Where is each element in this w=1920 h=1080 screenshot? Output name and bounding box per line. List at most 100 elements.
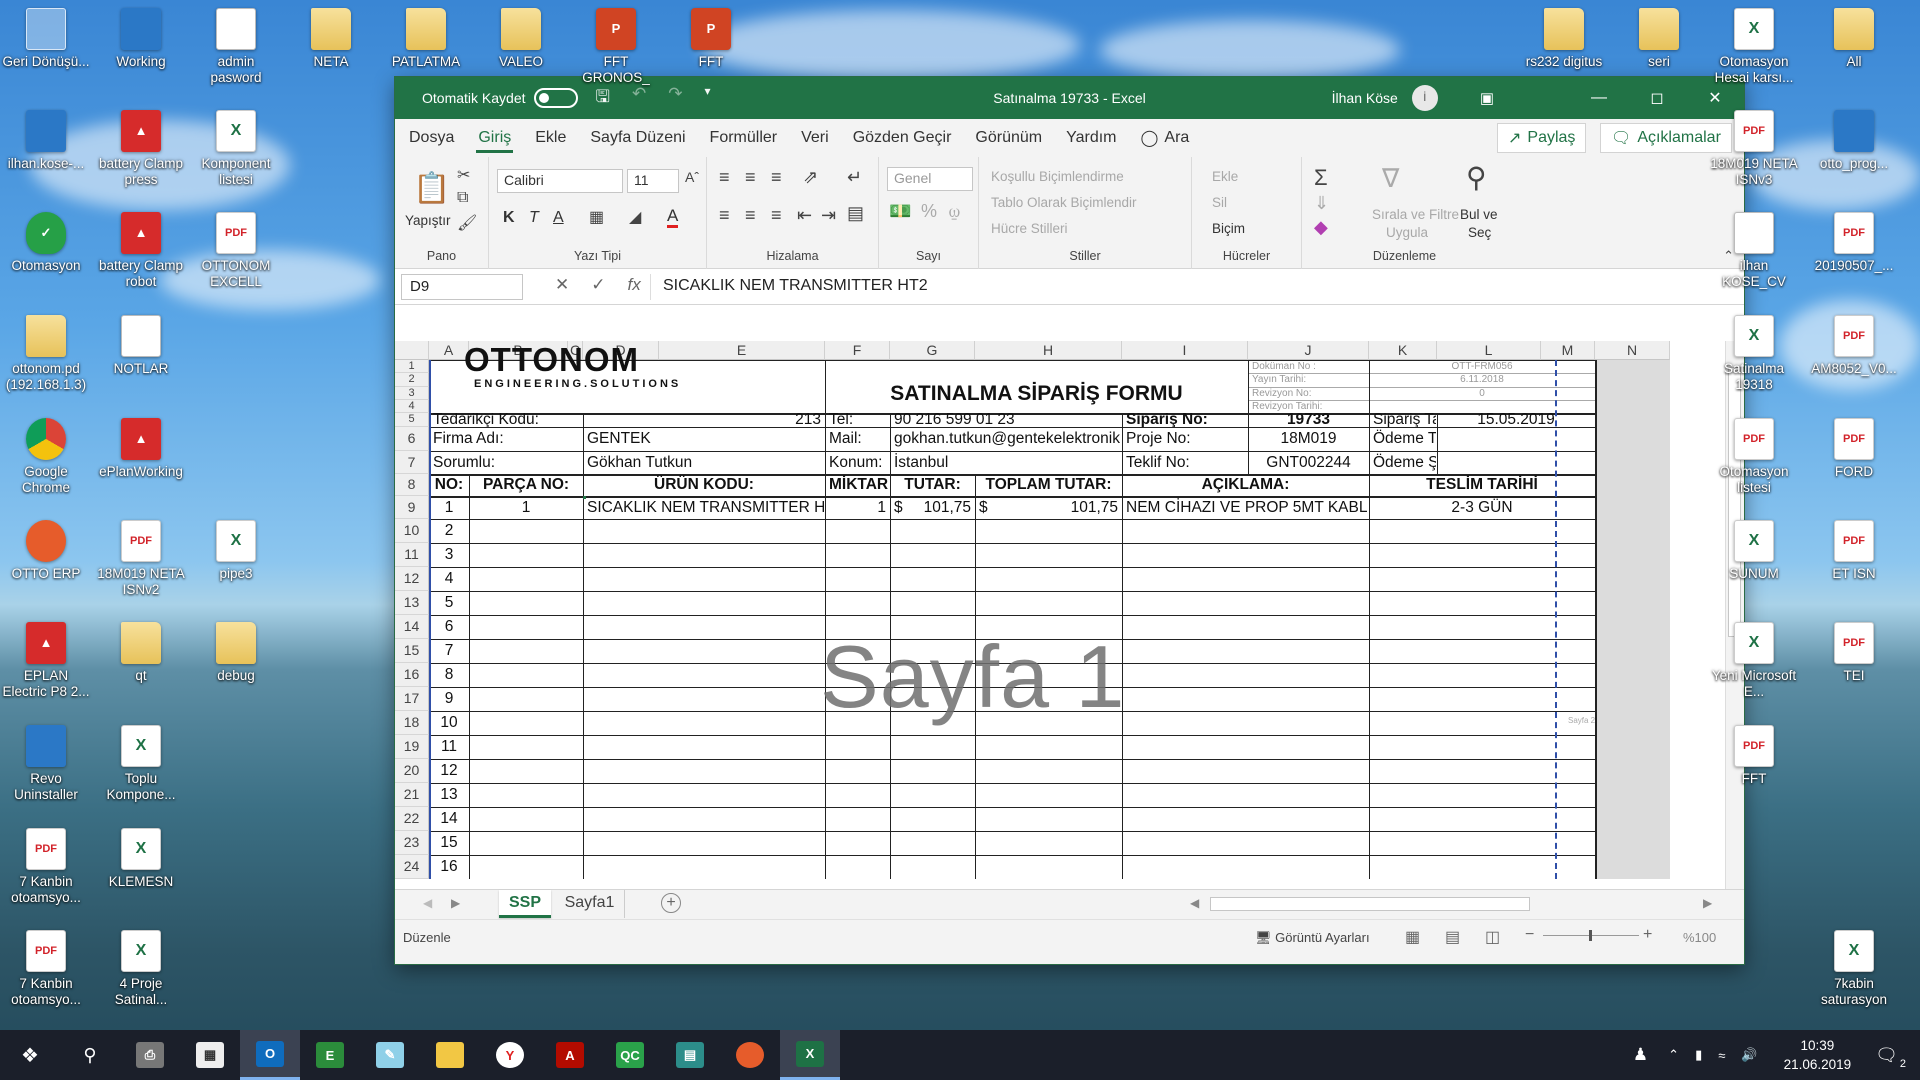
row-header[interactable]: 17 (395, 687, 429, 711)
page-break-view-icon[interactable]: ◫ (1485, 927, 1500, 947)
taskbar-excel[interactable]: X (780, 1030, 840, 1080)
align-middle-icon[interactable]: ≡ (745, 167, 756, 188)
row-header[interactable]: 11 (395, 543, 429, 567)
horizontal-scrollbar[interactable] (1210, 897, 1530, 911)
payment-type-label[interactable]: Ödeme Şekli: (1370, 451, 1436, 474)
desktop-icon[interactable]: qt (97, 622, 185, 718)
rev-no-label[interactable]: Revizyon No: (1249, 387, 1368, 400)
tel-label[interactable]: Tel: (826, 413, 889, 427)
fill-icon[interactable]: ⇓ (1314, 193, 1329, 214)
align-top-icon[interactable]: ≡ (719, 167, 730, 188)
column-header[interactable]: A (429, 341, 469, 360)
cancel-icon[interactable]: ✕ (555, 275, 569, 295)
desktop-icon[interactable]: NOTLAR (97, 315, 185, 411)
start-button[interactable]: ❖ (0, 1030, 60, 1080)
column-header[interactable]: H (975, 341, 1122, 360)
font-color-icon[interactable]: A (667, 207, 679, 228)
find-select-label-1[interactable]: Bul ve (1460, 207, 1498, 222)
row-header[interactable]: 6 (395, 427, 429, 451)
desktop-icon[interactable]: rs232 digitus (1520, 8, 1608, 104)
format-painter-icon[interactable]: 🖌 (457, 213, 477, 233)
enter-icon[interactable]: ✓ (591, 275, 605, 295)
desktop-icon[interactable]: X KLEMESN (97, 828, 185, 924)
item-no[interactable]: 14 (430, 807, 468, 831)
decrease-indent-icon[interactable]: ⇤ (797, 205, 812, 226)
user-name[interactable]: İlhan Köse (1332, 90, 1398, 106)
insert-cells-button[interactable]: Ekle (1212, 169, 1238, 184)
order-date-label[interactable]: Sipariş Tarihi: (1370, 413, 1436, 427)
add-sheet-icon[interactable]: + (661, 893, 681, 913)
item-no[interactable]: 4 (430, 567, 468, 591)
row-header[interactable]: 2 (395, 373, 429, 387)
desktop-icon[interactable]: Wilhan KOSE_CV (1710, 212, 1798, 308)
item-no[interactable]: 10 (430, 711, 468, 735)
responsible-label[interactable]: Sorumlu: (430, 451, 582, 474)
font-name-select[interactable]: Calibri (497, 169, 623, 193)
notification-center-button[interactable]: 🗨 2 (1875, 1045, 1906, 1070)
sheet-tab-sayfa1[interactable]: Sayfa1 (555, 890, 625, 918)
row-header[interactable]: 18 (395, 711, 429, 735)
pub-date[interactable]: 6.11.2018 (1370, 373, 1594, 387)
desktop-icon[interactable]: X 4 Proje Satinal... (97, 930, 185, 1026)
prev-sheet-icon[interactable]: ◀ (423, 896, 432, 910)
row-header[interactable]: 15 (395, 639, 429, 663)
location-value[interactable]: İstanbul (891, 451, 1121, 474)
desktop-icon[interactable]: PDF Otomasyon listesi (1710, 418, 1798, 514)
tab-veri[interactable]: Veri (789, 119, 841, 157)
desktop-icon[interactable]: ▲ battery Clamp press (97, 110, 185, 206)
desktop-icon[interactable]: P FFT (667, 8, 755, 104)
row-header[interactable]: 20 (395, 759, 429, 783)
doc-no[interactable]: OTT-FRM056 (1370, 360, 1594, 373)
select-all-corner[interactable] (395, 341, 429, 360)
project-label[interactable]: Proje No: (1123, 427, 1247, 451)
normal-view-icon[interactable]: ▦ (1405, 927, 1420, 947)
sort-filter-label-1[interactable]: Sırala ve Filtre (1372, 207, 1459, 222)
desktop-icon[interactable]: ▲ battery Clamp robot (97, 212, 185, 308)
desktop-icon[interactable]: PDF 20190507_... (1810, 212, 1898, 308)
item-qty[interactable]: 1 (826, 496, 889, 519)
item-no[interactable]: 5 (430, 591, 468, 615)
tab-yardim[interactable]: Yardım (1054, 119, 1128, 157)
format-as-table-button[interactable]: Tablo Olarak Biçimlendir (991, 195, 1137, 210)
desktop-icon[interactable]: ▲ EPLAN Electric P8 2... (2, 622, 90, 718)
item-no[interactable]: 11 (430, 735, 468, 759)
desktop-icon[interactable]: Revo Uninstaller (2, 725, 90, 821)
desktop-icon[interactable]: X 7kabin saturasyon (1810, 930, 1898, 1026)
location-label[interactable]: Konum: (826, 451, 889, 474)
italic-button[interactable]: T (529, 209, 539, 227)
row-header[interactable]: 8 (395, 474, 429, 496)
desktop-icon[interactable]: X SUNUM (1710, 520, 1798, 616)
increase-indent-icon[interactable]: ⇥ (821, 205, 836, 226)
page-layout-view-icon[interactable]: ▤ (1445, 927, 1460, 947)
row-header[interactable]: 22 (395, 807, 429, 831)
desktop-icon[interactable]: seri (1615, 8, 1703, 104)
item-no[interactable]: 7 (430, 639, 468, 663)
cell-styles-button[interactable]: Hücre Stilleri (991, 221, 1068, 236)
row-header[interactable]: 1 (395, 360, 429, 373)
font-size-select[interactable]: 11 (627, 169, 679, 193)
search-button[interactable]: ⚲ (60, 1030, 120, 1080)
col-header-amount[interactable]: TUTAR: (891, 474, 974, 496)
next-sheet-icon[interactable]: ▶ (451, 896, 460, 910)
comma-icon[interactable]: ⍹ (949, 201, 960, 222)
desktop-icon[interactable]: All (1810, 8, 1898, 104)
desktop-icon[interactable]: OTTO ERP (2, 520, 90, 616)
item-part-no[interactable]: 1 (470, 496, 582, 519)
desktop-icon[interactable]: PDF 18M019 NETA ISNv3 (1710, 110, 1798, 206)
align-left-icon[interactable]: ≡ (719, 205, 730, 226)
row-header[interactable]: 14 (395, 615, 429, 639)
desktop-icon[interactable]: PDF OTTONOM EXCELL (192, 212, 280, 308)
item-no[interactable]: 2 (430, 519, 468, 543)
item-no[interactable]: 13 (430, 783, 468, 807)
rev-no[interactable]: 0 (1370, 387, 1594, 400)
column-header[interactable]: I (1122, 341, 1248, 360)
zoom-level[interactable]: %100 (1683, 930, 1716, 945)
order-no-label[interactable]: Sipariş No: (1123, 413, 1247, 427)
col-header-desc[interactable]: AÇIKLAMA: (1123, 474, 1368, 496)
offer-no[interactable]: GNT002244 (1249, 451, 1368, 474)
cut-icon[interactable]: ✂ (457, 165, 470, 185)
order-date[interactable]: 15.05.2019 (1438, 413, 1594, 427)
item-no[interactable]: 9 (430, 687, 468, 711)
align-bottom-icon[interactable]: ≡ (771, 167, 782, 188)
taskbar-calculator[interactable]: ▦ (180, 1030, 240, 1080)
